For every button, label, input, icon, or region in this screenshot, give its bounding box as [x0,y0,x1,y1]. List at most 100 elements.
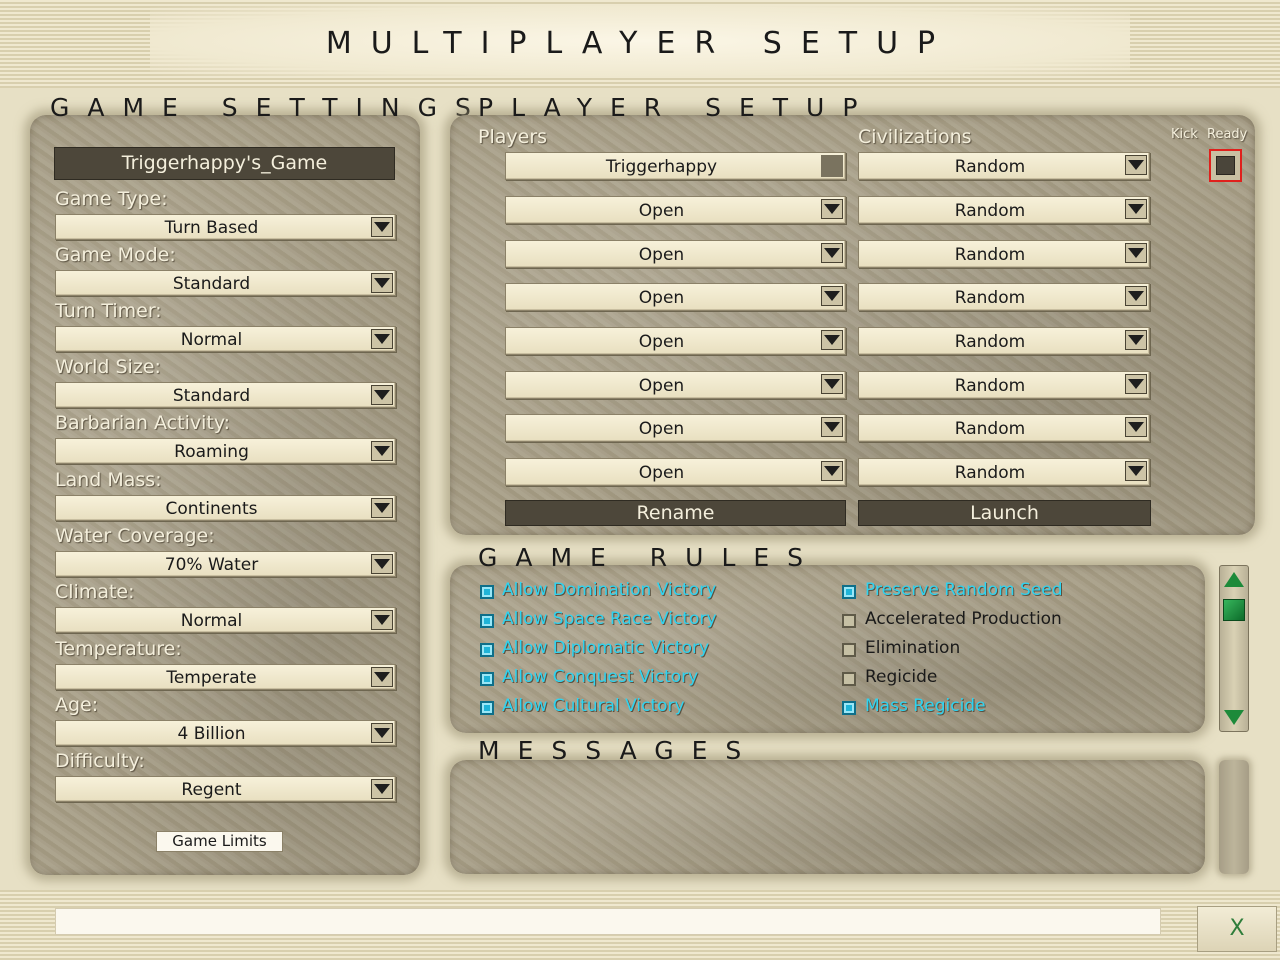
chat-input[interactable] [55,908,1161,935]
water-coverage-dropdown[interactable]: 70% Water [55,551,396,577]
chevron-down-icon[interactable] [1125,155,1147,175]
rule-checkbox[interactable] [480,643,494,657]
barbarian-activity-dropdown[interactable]: Roaming [55,438,396,464]
close-icon: X [1229,916,1245,941]
difficulty-dropdown[interactable]: Regent [55,776,396,802]
rule-checkbox[interactable] [480,701,494,715]
civ-dropdown-7[interactable]: Random [858,414,1150,442]
game-type-dropdown[interactable]: Turn Based [55,214,396,240]
age-dropdown[interactable]: 4 Billion [55,720,396,746]
close-button[interactable]: X [1197,906,1277,952]
chevron-down-icon[interactable] [371,441,393,461]
label-game-type: Game Type: [55,188,168,210]
chevron-down-icon[interactable] [821,243,843,263]
rule-checkbox[interactable] [480,614,494,628]
land-mass-dropdown[interactable]: Continents [55,495,396,521]
chevron-down-icon[interactable] [1125,199,1147,219]
rule-checkbox[interactable] [842,643,856,657]
scroll-thumb[interactable] [1223,599,1245,621]
rule-label[interactable]: Allow Diplomatic Victory [502,638,709,658]
dropdown-value: Turn Based [164,218,259,238]
chevron-down-icon[interactable] [821,286,843,306]
chevron-down-icon[interactable] [821,461,843,481]
rule-label[interactable]: Elimination [865,638,960,658]
civ-dropdown-5[interactable]: Random [858,327,1150,355]
civ-dropdown-1[interactable]: Random [858,152,1150,180]
player-slot-7[interactable]: Open [505,414,846,442]
dropdown-value: Temperate [166,668,257,688]
chevron-down-icon[interactable] [821,417,843,437]
player-name: Open [638,376,685,396]
chevron-down-icon[interactable] [371,385,393,405]
messages-title: MESSAGES [478,736,760,765]
rules-scrollbar[interactable] [1219,565,1249,732]
chevron-down-icon[interactable] [371,554,393,574]
climate-dropdown[interactable]: Normal [55,607,396,633]
dropdown-value: Random [954,463,1026,483]
rule-checkbox[interactable] [842,585,856,599]
label-temperature: Temperature: [55,638,182,660]
civ-dropdown-3[interactable]: Random [858,240,1150,268]
scroll-down-icon[interactable] [1224,710,1244,725]
messages-panel [450,760,1205,874]
rename-button[interactable]: Rename [505,500,846,526]
rule-label[interactable]: Allow Domination Victory [502,580,716,600]
chevron-down-icon[interactable] [1125,286,1147,306]
chevron-down-icon[interactable] [371,329,393,349]
chevron-down-icon[interactable] [1125,417,1147,437]
civ-dropdown-6[interactable]: Random [858,371,1150,399]
chevron-down-icon[interactable] [1125,374,1147,394]
chevron-down-icon[interactable] [371,273,393,293]
player-slot-1[interactable]: Triggerhappy [505,152,846,180]
chevron-down-icon[interactable] [821,330,843,350]
chevron-down-icon[interactable] [1125,461,1147,481]
player-slot-3[interactable]: Open [505,240,846,268]
rule-checkbox[interactable] [842,701,856,715]
chevron-down-icon[interactable] [821,374,843,394]
civ-dropdown-8[interactable]: Random [858,458,1150,486]
label-water-coverage: Water Coverage: [55,525,215,547]
scroll-up-icon[interactable] [1224,572,1244,587]
rule-checkbox[interactable] [842,614,856,628]
chevron-down-icon[interactable] [371,779,393,799]
rule-label[interactable]: Allow Cultural Victory [502,696,685,716]
player-slot-2[interactable]: Open [505,196,846,224]
chevron-down-icon[interactable] [1125,330,1147,350]
dropdown-value: Random [954,288,1026,308]
player-slot-4[interactable]: Open [505,283,846,311]
game-limits-button[interactable]: Game Limits [156,831,283,852]
temperature-dropdown[interactable]: Temperate [55,664,396,690]
rule-label[interactable]: Allow Conquest Victory [502,667,698,687]
ready-checkbox[interactable] [1209,149,1242,182]
chevron-down-icon[interactable] [371,217,393,237]
game-mode-dropdown[interactable]: Standard [55,270,396,296]
rule-checkbox[interactable] [480,672,494,686]
civ-dropdown-2[interactable]: Random [858,196,1150,224]
rule-checkbox[interactable] [842,672,856,686]
rule-checkbox[interactable] [480,585,494,599]
dropdown-value: Regent [181,780,242,800]
player-slot-8[interactable]: Open [505,458,846,486]
rule-label[interactable]: Regicide [865,667,937,687]
rule-label[interactable]: Mass Regicide [865,696,986,716]
chevron-down-icon[interactable] [371,723,393,743]
rule-label[interactable]: Preserve Random Seed [865,580,1063,600]
chevron-down-icon[interactable] [371,498,393,518]
turn-timer-dropdown[interactable]: Normal [55,326,396,352]
player-slot-5[interactable]: Open [505,327,846,355]
rule-label[interactable]: Accelerated Production [865,609,1062,629]
world-size-dropdown[interactable]: Standard [55,382,396,408]
chevron-down-icon[interactable] [371,667,393,687]
chevron-down-icon[interactable] [821,199,843,219]
player-slot-6[interactable]: Open [505,371,846,399]
civilizations-header: Civilizations [858,126,972,148]
game-name-field[interactable]: Triggerhappy's_Game [54,147,395,180]
messages-scrollbar[interactable] [1219,760,1249,874]
player-name: Open [638,332,685,352]
dropdown-value: Continents [165,499,258,519]
civ-dropdown-4[interactable]: Random [858,283,1150,311]
rule-label[interactable]: Allow Space Race Victory [502,609,717,629]
launch-button[interactable]: Launch [858,500,1151,526]
chevron-down-icon[interactable] [1125,243,1147,263]
chevron-down-icon[interactable] [371,610,393,630]
